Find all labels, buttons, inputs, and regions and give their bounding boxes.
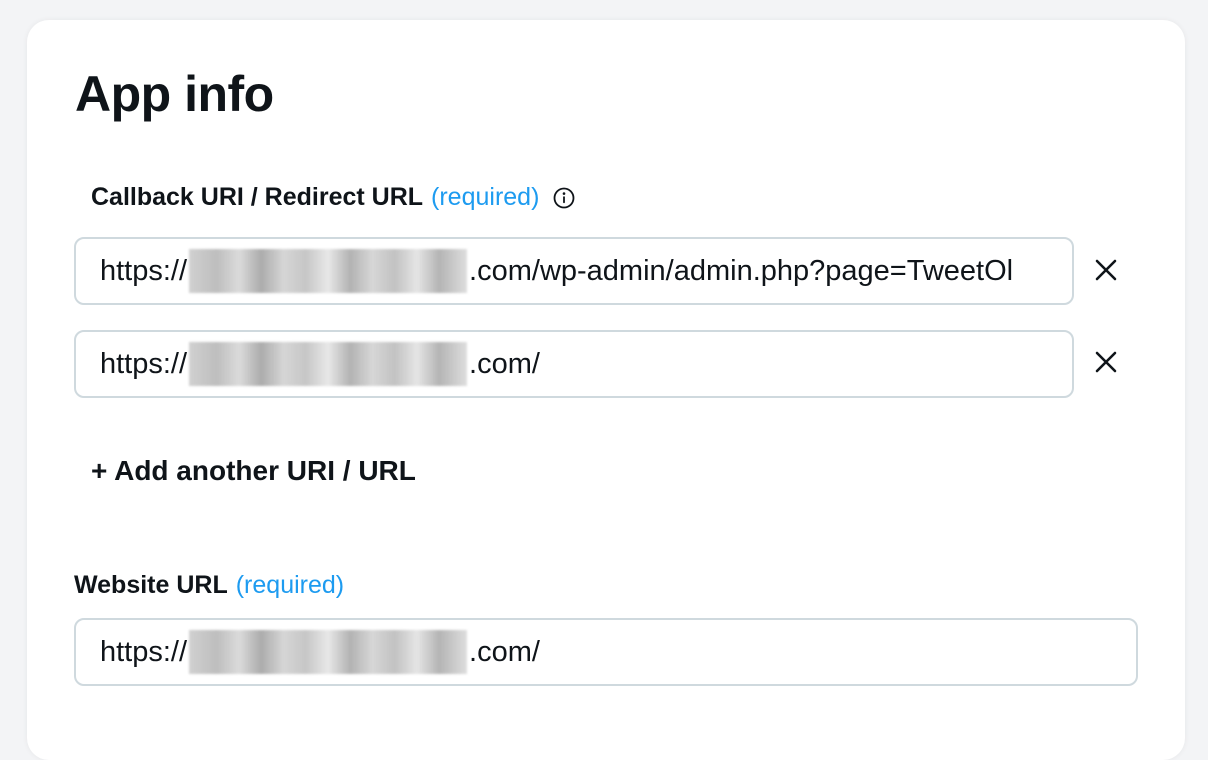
url-prefix: https:// bbox=[100, 635, 188, 668]
info-circle-icon[interactable] bbox=[553, 186, 575, 209]
close-icon bbox=[1095, 259, 1117, 281]
add-another-url-button[interactable]: + Add another URI / URL bbox=[91, 454, 416, 488]
close-icon bbox=[1095, 351, 1117, 373]
callback-url-input-1[interactable]: https:// .com/wp-admin/admin.php?page=Tw… bbox=[74, 237, 1074, 305]
url-suffix: .com/wp-admin/admin.php?page=TweetOl bbox=[469, 254, 1014, 287]
url-suffix: .com/ bbox=[469, 635, 540, 668]
callback-url-label-text: Callback URI / Redirect URL bbox=[91, 183, 424, 211]
required-indicator: (required) bbox=[431, 183, 540, 211]
url-prefix: https:// bbox=[100, 254, 188, 287]
redacted-domain bbox=[189, 342, 468, 386]
page-title: App info bbox=[75, 66, 274, 122]
callback-url-label: Callback URI / Redirect URL (required) bbox=[91, 182, 575, 212]
required-indicator: (required) bbox=[235, 571, 345, 599]
callback-url-input-2[interactable]: https:// .com/ bbox=[74, 330, 1074, 398]
url-prefix: https:// bbox=[100, 347, 188, 380]
website-url-label-text: Website URL bbox=[74, 571, 228, 599]
redacted-domain bbox=[189, 630, 468, 674]
website-url-input[interactable]: https:// .com/ bbox=[74, 618, 1138, 686]
remove-callback-url-2-button[interactable] bbox=[1088, 344, 1124, 380]
remove-callback-url-1-button[interactable] bbox=[1088, 252, 1124, 288]
redacted-domain bbox=[189, 249, 468, 293]
url-suffix: .com/ bbox=[469, 347, 540, 380]
app-info-card: App info Callback URI / Redirect URL (re… bbox=[27, 20, 1185, 760]
website-url-label: Website URL (required) bbox=[74, 570, 344, 600]
